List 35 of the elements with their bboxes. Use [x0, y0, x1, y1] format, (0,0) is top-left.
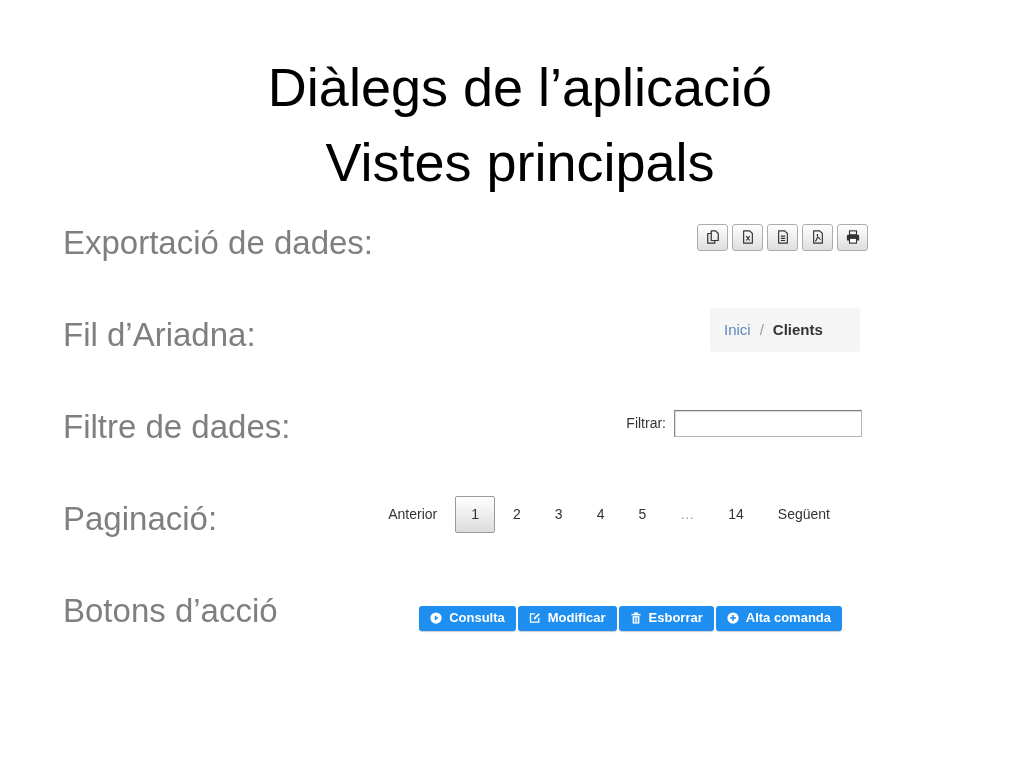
row-label: Fil d’Ariadna:: [63, 315, 256, 356]
filter-input[interactable]: [674, 409, 862, 437]
breadcrumb-link[interactable]: Inici: [724, 318, 751, 342]
slide-title-line: Vistes principals: [325, 131, 715, 194]
row-label: Exportació de dades:: [63, 223, 374, 264]
page-button[interactable]: 4: [580, 495, 621, 533]
page-button[interactable]: Següent: [761, 495, 846, 533]
plus-circle-icon: [726, 612, 739, 624]
export-button[interactable]: [802, 223, 833, 251]
page-button[interactable]: Anterior: [372, 495, 454, 533]
row-label: Filtre de dades:: [63, 407, 291, 448]
row-label: Paginació:: [63, 499, 218, 540]
export-button[interactable]: [767, 223, 798, 251]
row-label: Botons d’acció: [63, 591, 278, 632]
page-button[interactable]: 2: [497, 495, 537, 533]
play-circle-icon: [430, 612, 443, 624]
edit-icon: [528, 612, 541, 624]
page-button[interactable]: 3: [538, 495, 579, 533]
filter-label: Filtrar:: [626, 413, 666, 433]
page-button[interactable]: 5: [622, 495, 663, 533]
export-button[interactable]: [697, 223, 728, 251]
slide-title-line: Diàlegs de l’aplicació: [267, 56, 773, 119]
pagination-ellipsis: …: [679, 504, 696, 524]
export-button[interactable]: [837, 223, 868, 251]
file-x-icon: [740, 230, 755, 244]
file-lines-icon: [775, 230, 790, 244]
copy-icon: [705, 230, 720, 244]
page-button[interactable]: 14: [712, 495, 760, 533]
breadcrumb-current: Clients: [772, 319, 823, 340]
pdf-file-icon: [810, 230, 825, 244]
trash-icon: [629, 612, 642, 624]
breadcrumb-separator: /: [759, 319, 764, 340]
export-button[interactable]: [732, 223, 763, 251]
printer-icon: [845, 230, 860, 244]
page-button[interactable]: 1: [455, 495, 496, 533]
